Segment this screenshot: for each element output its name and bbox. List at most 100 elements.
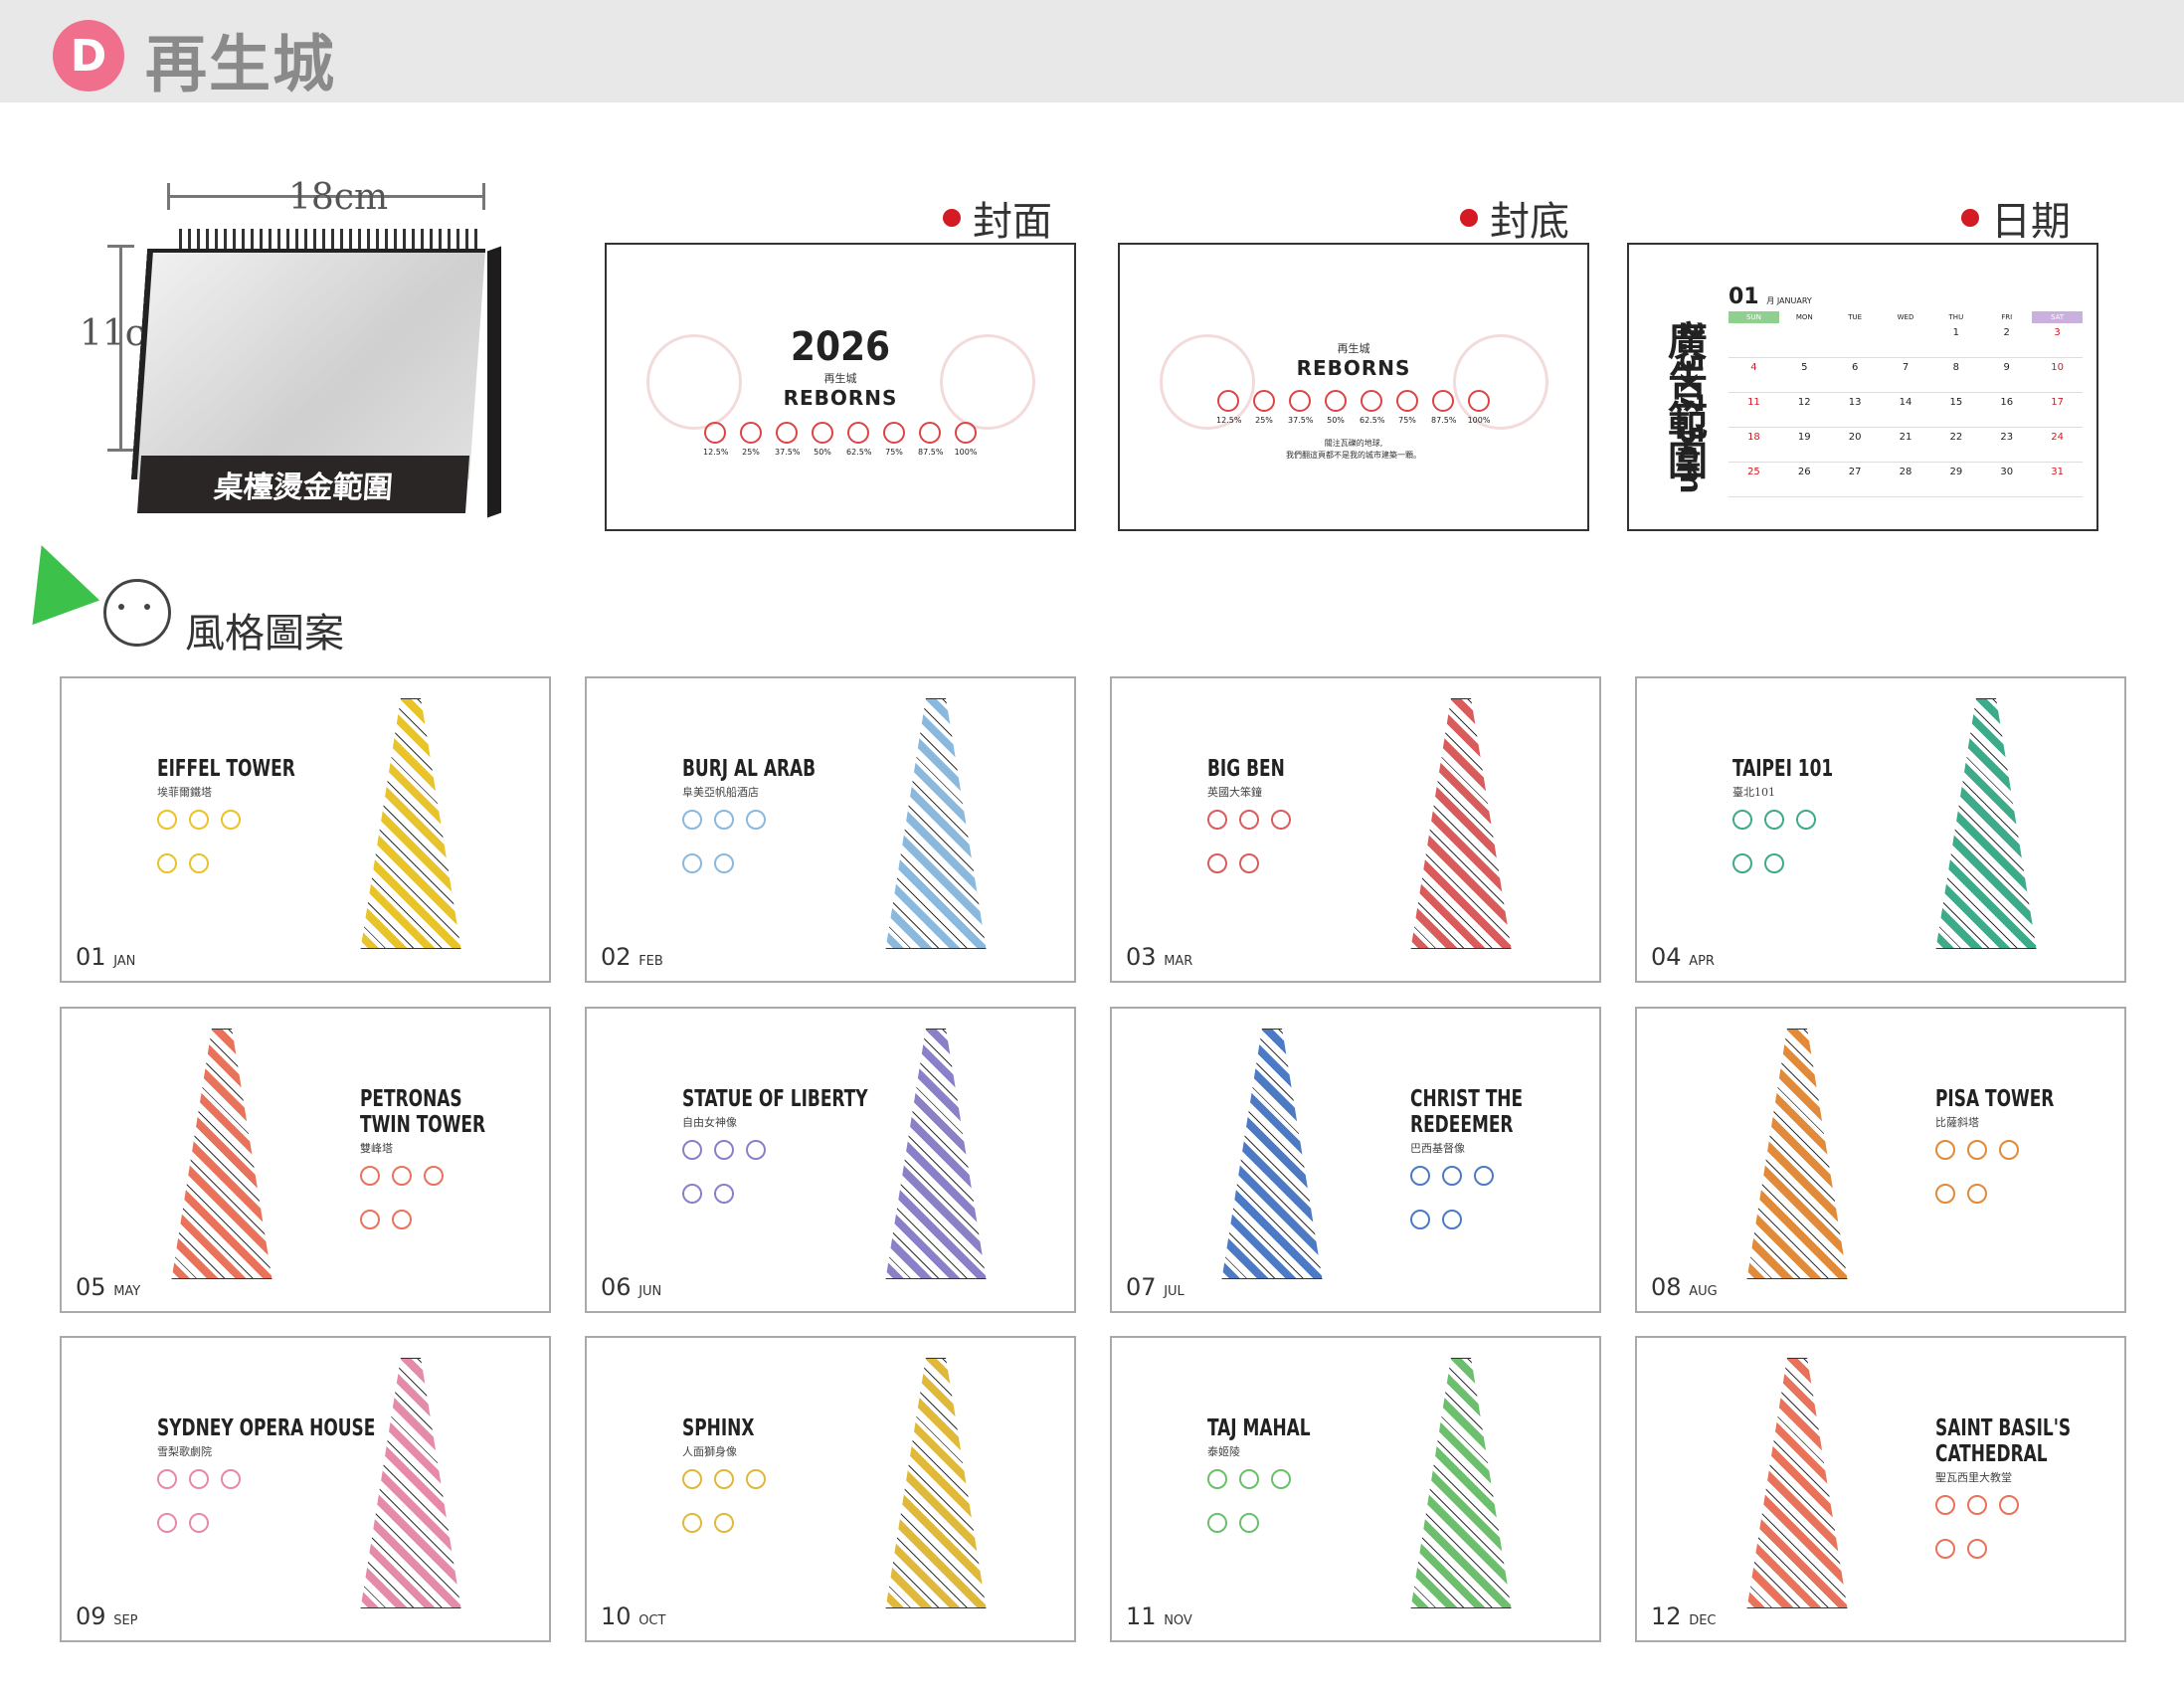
stamp-area-label: 桌檯燙金範圍 (136, 456, 470, 513)
material-icon (1239, 1513, 1259, 1533)
landmark-name: BURJ AL ARAB (682, 756, 817, 782)
month-header: 01 月 JANUARY (1729, 284, 1812, 309)
landmark-name: EIFFEL TOWER (157, 756, 295, 782)
material-icon (1967, 1140, 1987, 1160)
material-icon (746, 1140, 766, 1160)
landmark-illustration (360, 698, 461, 949)
calendar-day (1881, 323, 1931, 357)
date-label: 日期 (1961, 189, 2071, 247)
month-number: 08 AUG (1651, 1273, 1718, 1301)
material-icon (360, 1166, 380, 1186)
material-icon (1764, 810, 1784, 830)
landmark-illustration (1410, 1358, 1512, 1608)
month-card-jan[interactable]: EIFFEL TOWER 埃菲爾鐵塔 01 JAN (60, 676, 551, 983)
month-card-apr[interactable]: TAIPEI 101 臺北101 04 APR (1635, 676, 2126, 983)
material-icon (1410, 1210, 1430, 1229)
material-icon (746, 810, 766, 830)
landmark-name: SPHINX (682, 1415, 755, 1441)
month-number: 06 JUN (601, 1273, 662, 1301)
month-card-nov[interactable]: TAJ MAHAL 泰姬陵 11 NOV (1110, 1336, 1601, 1642)
month-number: 11 NOV (1126, 1602, 1192, 1630)
month-card-jun[interactable]: STATUE OF LIBERTY 自由女神像 06 JUN (585, 1007, 1076, 1313)
cover-percents: 12.5% 25% 37.5% 50% 62.5% 75% 87.5% 100% (703, 448, 978, 457)
material-icon (1271, 1469, 1291, 1489)
material-icon (221, 810, 241, 830)
date-preview[interactable]: 廣告範圍 2.5x7.5cm 01 月 JANUARY SUN MON TUE WED… (1627, 243, 2098, 531)
calendar-day: 28 (1899, 467, 1912, 477)
material-icon (1999, 1140, 2019, 1160)
landmark-zh-name: 比薩斜塔 (1935, 1116, 1979, 1129)
material-icon (1999, 1495, 2019, 1515)
material-icon (392, 1166, 412, 1186)
cover-year: 2026 (790, 324, 891, 370)
material-icon (1967, 1495, 1987, 1515)
material-icon (1796, 810, 1816, 830)
month-card-aug[interactable]: PISA TOWER 比薩斜塔 08 AUG (1635, 1007, 2126, 1313)
calendar-day (1779, 323, 1830, 357)
landmark-zh-name: 聖瓦西里大教堂 (1935, 1471, 2012, 1484)
landmark-illustration (1410, 698, 1512, 949)
top-banner: D 再生城 (0, 0, 2184, 102)
month-card-jul[interactable]: CHRIST THE REDEEMER 巴西基督像 07 JUL (1110, 1007, 1601, 1313)
material-icon (1764, 853, 1784, 873)
month-card-oct[interactable]: SPHINX 人面獅身像 10 OCT (585, 1336, 1076, 1642)
calendar-week-row: 11 12 13 14 15 16 17 (1729, 393, 2083, 428)
landmark-illustration (360, 1358, 461, 1608)
material-icon (714, 810, 734, 830)
material-icon (360, 1210, 380, 1229)
back-icons (1120, 390, 1587, 412)
cover-zh: 再生城 (823, 372, 857, 385)
material-icon (157, 853, 177, 873)
month-number: 02 FEB (601, 943, 663, 971)
calendar-day: 7 (1902, 362, 1910, 373)
material-icon (221, 1469, 241, 1489)
landmark-name: SAINT BASIL'S CATHEDRAL (1935, 1415, 2072, 1467)
back-line2: 我們翻這頁都不是我的城市建築一顆。 (1286, 451, 1421, 460)
material-icon (714, 1184, 734, 1204)
desk-calendar-illustration: 桌檯燙金範圍 (130, 229, 501, 518)
material-icon (682, 1469, 702, 1489)
month-number: 01 JAN (76, 943, 136, 971)
material-icon (189, 1469, 209, 1489)
landmark-zh-name: 雪梨歌劇院 (157, 1445, 212, 1458)
calendar-day: 25 (1747, 467, 1760, 477)
tower-watermark (1120, 245, 1284, 529)
ad-size-label: 2.5x7.5cm (1673, 320, 1708, 494)
landmark-zh-name: 泰姬陵 (1207, 1445, 1240, 1458)
landmark-illustration (171, 1029, 273, 1279)
back-percents: 12.5% 25% 37.5% 50% 62.5% 75% 87.5% 100% (1216, 416, 1491, 425)
cover-title: REBORNS (783, 386, 898, 410)
bullet-icon (943, 209, 961, 227)
month-card-mar[interactable]: BIG BEN 英國大笨鐘 03 MAR (1110, 676, 1601, 983)
month-card-may[interactable]: PETRONAS TWIN TOWER 雙峰塔 05 MAY (60, 1007, 551, 1313)
landmark-illustration (1935, 698, 2037, 949)
month-number: 10 OCT (601, 1602, 666, 1630)
month-card-feb[interactable]: BURJ AL ARAB 阜美亞帆船酒店 02 FEB (585, 676, 1076, 983)
landmark-illustration (885, 1358, 987, 1608)
material-icon (1732, 853, 1752, 873)
cover-preview[interactable]: 2026 再生城 REBORNS 12.5% 25% 37.5% 50% 62.5% 75… (605, 243, 1076, 531)
month-card-dec[interactable]: SAINT BASIL'S CATHEDRAL 聖瓦西里大教堂 12 DEC (1635, 1336, 2126, 1642)
landmark-zh-name: 雙峰塔 (360, 1142, 393, 1155)
landmark-zh-name: 自由女神像 (682, 1116, 737, 1129)
calendar-day: 14 (1899, 397, 1912, 408)
calendar-day: 19 (1797, 432, 1811, 443)
calendar-day: 18 (1747, 432, 1760, 443)
landmark-name: PETRONAS TWIN TOWER (360, 1086, 486, 1138)
calendar-day: 29 (1949, 467, 1963, 477)
brand-title: 再生城 (145, 28, 337, 100)
material-icon (1474, 1166, 1494, 1186)
month-number: 05 MAY (76, 1273, 141, 1301)
back-preview[interactable]: 再生城 REBORNS 12.5% 25% 37.5% 50% 62.5% 75% 87.5… (1118, 243, 1589, 531)
material-icon (714, 1140, 734, 1160)
calendar-face (130, 249, 486, 479)
month-card-sep[interactable]: SYDNEY OPERA HOUSE 雪梨歌劇院 09 SEP (60, 1336, 551, 1642)
calendar-day: 26 (1797, 467, 1811, 477)
landmark-name: SYDNEY OPERA HOUSE (157, 1415, 376, 1441)
calendar-day: 9 (2003, 362, 2010, 373)
calendar-day: 27 (1848, 467, 1862, 477)
material-icon (682, 1184, 702, 1204)
landmark-illustration (1746, 1029, 1848, 1279)
calendar-day: 23 (2000, 432, 2014, 443)
landmark-illustration (885, 1029, 987, 1279)
